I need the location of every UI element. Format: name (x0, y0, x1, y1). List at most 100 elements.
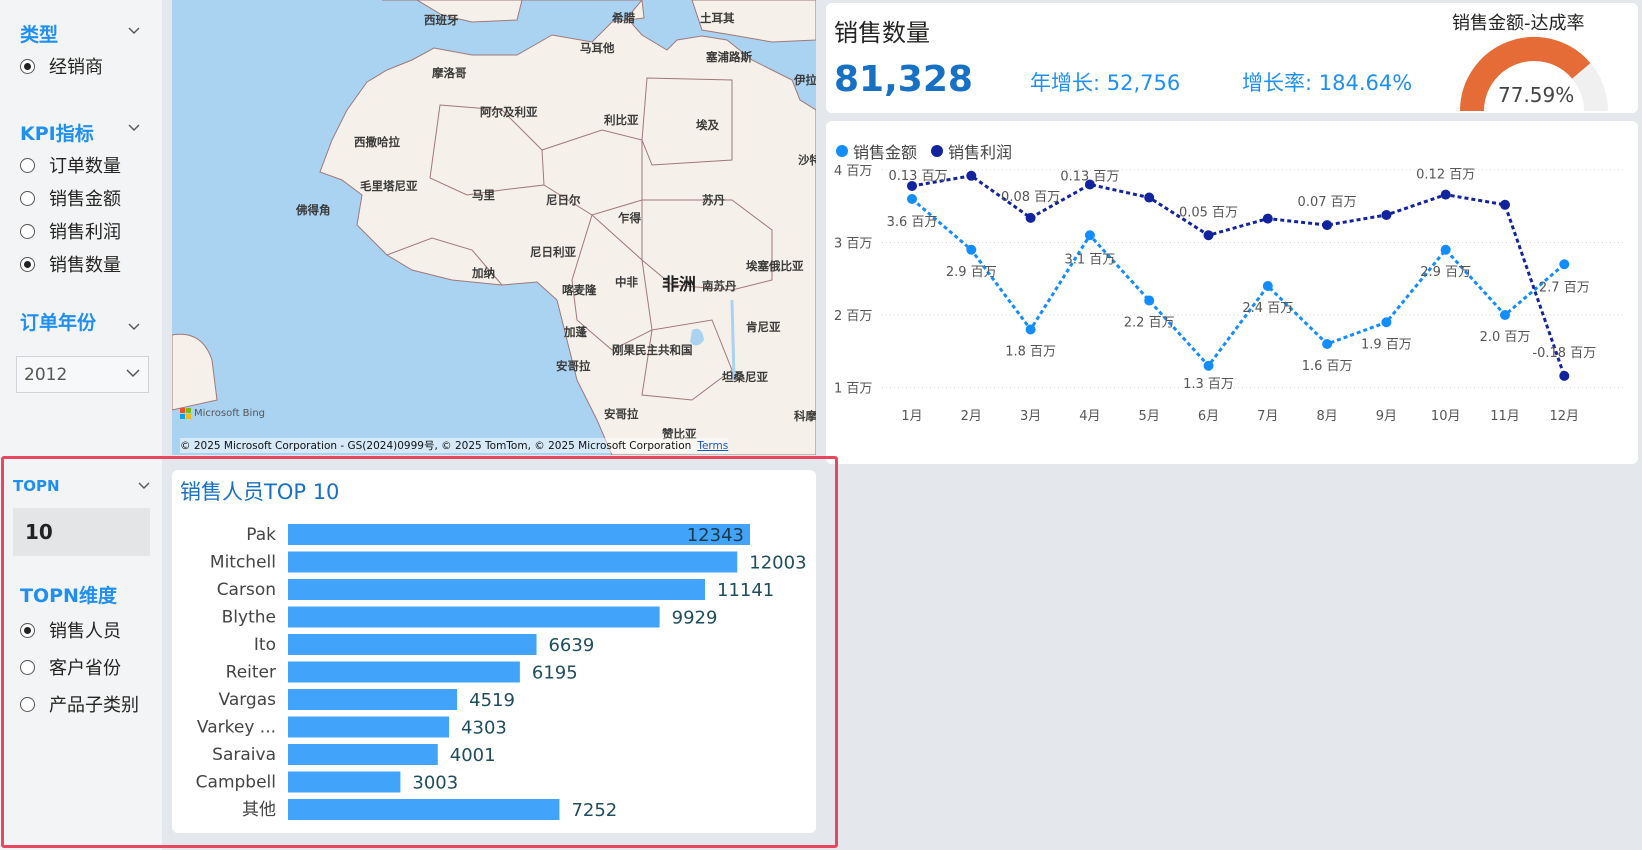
year-slicer-title: 订单年份 (20, 312, 97, 334)
topn-dim-option-province[interactable]: 客户省份 (20, 654, 121, 680)
chevron-down-icon[interactable] (138, 479, 150, 491)
chevron-down-icon[interactable] (128, 320, 140, 332)
bar[interactable] (288, 744, 438, 765)
data-point[interactable] (1381, 209, 1392, 220)
year-value: 2012 (24, 365, 68, 385)
bar[interactable] (288, 551, 738, 573)
data-point[interactable] (907, 194, 917, 204)
bar[interactable] (288, 606, 660, 628)
map-label: 塞浦路斯 (706, 50, 752, 64)
data-point[interactable] (1262, 213, 1273, 224)
category-label: Varkey ... (197, 718, 276, 738)
kpi-option-orders[interactable]: 订单数量 (20, 152, 121, 178)
data-point[interactable] (1203, 360, 1214, 371)
data-point[interactable] (1084, 230, 1095, 241)
bar-value-label: 3003 (412, 773, 458, 794)
bar[interactable] (288, 799, 560, 820)
data-point[interactable] (1025, 212, 1036, 223)
option-label: 销售金额 (49, 189, 121, 210)
y-tick-label: 1 百万 (834, 382, 872, 397)
data-point[interactable] (1322, 220, 1333, 231)
x-tick-label: 1月 (901, 409, 922, 424)
map-label: 苏丹 (702, 193, 725, 207)
map-label: 西撒哈拉 (354, 135, 400, 149)
radio-icon (20, 256, 35, 272)
bar[interactable] (288, 524, 750, 545)
option-label: 产品子类别 (49, 695, 139, 716)
data-point[interactable] (1262, 281, 1273, 291)
data-label: 1.8 百万 (1005, 345, 1056, 360)
category-label: Vargas (219, 690, 277, 710)
map-label: 毛里塔尼亚 (360, 179, 418, 193)
option-label: 销售利润 (49, 222, 121, 243)
data-point[interactable] (1144, 192, 1155, 203)
type-option-dealer[interactable]: 经销商 (20, 53, 103, 79)
data-point[interactable] (1500, 199, 1510, 210)
topn-dim-option-subcategory[interactable]: 产品子类别 (20, 691, 139, 717)
data-label: 2.9 百万 (1420, 265, 1471, 280)
chevron-down-icon[interactable] (128, 24, 140, 36)
data-point[interactable] (1559, 370, 1570, 381)
x-tick-label: 8月 (1316, 409, 1337, 424)
bar-chart-card: 销售人员TOP 10 Pak 12343 Mitchell 12003 Carson 11… (172, 470, 816, 833)
africa-map[interactable]: 西班牙 希腊 土耳其 马耳他 塞浦路斯 摩洛哥 伊拉 阿尔及利亚 利比亚 埃及 … (172, 0, 816, 455)
data-point[interactable] (1440, 189, 1451, 200)
map-copyright: © 2025 Microsoft Corporation - GS(2024)0… (180, 438, 729, 453)
option-label: 订单数量 (49, 156, 121, 177)
map-label: 坦桑尼亚 (722, 370, 768, 384)
bar[interactable] (288, 634, 537, 655)
map-label: 埃塞俄比亚 (746, 259, 804, 273)
map-label: 安哥拉 (604, 407, 639, 421)
topn-dim-option-salesperson[interactable]: 销售人员 (20, 617, 121, 643)
data-point[interactable] (1144, 295, 1155, 306)
chevron-down-icon[interactable] (128, 121, 140, 133)
radio-icon (20, 58, 35, 74)
year-dropdown[interactable]: 2012 (16, 356, 149, 393)
map-label: 中非 (615, 275, 638, 289)
data-label: 0.05 百万 (1179, 205, 1238, 220)
data-point[interactable] (1322, 339, 1333, 349)
category-label: Mitchell (210, 553, 276, 573)
data-point[interactable] (1203, 230, 1214, 241)
kpi-option-sales-amount[interactable]: 销售金额 (20, 185, 121, 211)
gauge-value: 77.59% (1498, 83, 1575, 107)
map-label: 刚果民主共和国 (612, 343, 693, 357)
bar[interactable] (288, 716, 450, 738)
category-label: Saraiva (212, 745, 276, 765)
topn-input[interactable]: 10 (13, 508, 150, 556)
map-provider: Microsoft Bing (194, 408, 266, 419)
map-label: 加蓬 (564, 325, 587, 339)
map-label: 肯尼亚 (746, 320, 781, 334)
data-point[interactable] (1559, 259, 1570, 270)
map-label: 阿尔及利亚 (480, 105, 538, 119)
map-label: 加纳 (472, 266, 495, 280)
x-tick-label: 9月 (1376, 409, 1397, 424)
bar-value-label: 11141 (717, 580, 774, 601)
data-point[interactable] (1440, 244, 1451, 255)
terms-link[interactable]: Terms (697, 440, 728, 452)
data-point[interactable] (1500, 310, 1510, 320)
data-point[interactable] (966, 170, 977, 181)
kpi-option-quantity[interactable]: 销售数量 (20, 251, 121, 277)
data-label: 2.7 百万 (1539, 280, 1590, 295)
bar[interactable] (288, 661, 520, 683)
data-point[interactable] (1025, 324, 1036, 335)
yoy-growth: 年增长: 52,756 (1030, 71, 1181, 95)
data-label: 1.3 百万 (1183, 377, 1234, 392)
data-label: 1.6 百万 (1302, 359, 1353, 374)
x-tick-label: 12月 (1550, 409, 1580, 424)
data-point[interactable] (966, 244, 977, 255)
x-tick-label: 11月 (1490, 409, 1520, 424)
bar[interactable] (288, 771, 401, 793)
bar[interactable] (288, 689, 458, 710)
map-label: 伊拉 (794, 73, 816, 87)
kpi-option-profit[interactable]: 销售利润 (20, 218, 121, 244)
data-point[interactable] (1381, 317, 1392, 328)
map-label: 西班牙 (424, 13, 459, 27)
map-label: 马里 (472, 188, 495, 202)
bar[interactable] (288, 579, 706, 600)
x-tick-label: 4月 (1079, 409, 1100, 424)
map-label: 安哥拉 (556, 359, 591, 373)
bar-value-label: 12003 (749, 553, 806, 574)
map-label: 科摩 (794, 409, 816, 423)
